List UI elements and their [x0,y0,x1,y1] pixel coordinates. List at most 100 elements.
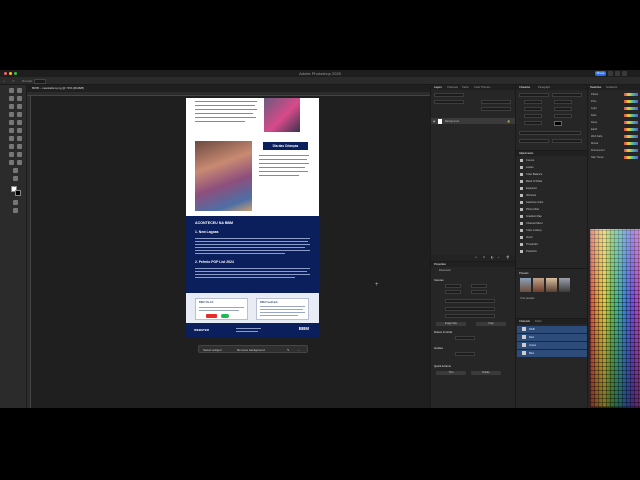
horizontal-scale-field[interactable] [554,114,572,118]
remove-background-button[interactable]: Remove background [237,348,265,352]
canvas-y-field[interactable] [471,290,487,294]
lasso-tool-icon[interactable] [9,96,14,101]
resolution-field[interactable] [445,299,495,303]
tab-channels-2[interactable]: Channels [519,320,530,324]
fill-field[interactable] [481,107,511,111]
adjustment-vibrance[interactable]: Vibrance [520,193,536,198]
adjustment-channel-mixer[interactable]: Channel Mixer [520,221,543,226]
font-size-field[interactable] [524,100,542,104]
swatch-group[interactable]: Pure [591,99,639,104]
history-brush-icon[interactable] [9,128,14,133]
frame-tool-icon[interactable] [17,104,22,109]
pen-tool-icon[interactable] [17,144,22,149]
preset-thumbnail[interactable] [559,278,570,292]
swatch-group[interactable]: Web Safe [591,134,639,139]
marquee-tool-icon[interactable] [17,88,22,93]
presets-title[interactable]: Presets [519,271,528,275]
tab-paths-2[interactable]: Paths [535,320,542,324]
brush-icon[interactable]: ✎ [287,348,290,352]
crop-tool-icon[interactable] [9,104,14,109]
adjustment-photo-filter[interactable]: Photo Filter [520,207,539,212]
font-family-dropdown[interactable] [519,93,549,97]
document-tab[interactable]: BWB – newsletter.png @ 73% (RGB/8) [27,85,430,92]
baseline-shift-field[interactable] [524,121,542,125]
gradient-tool-icon[interactable] [9,136,14,141]
dodge-tool-icon[interactable] [9,144,14,149]
adjustment-selective-color[interactable]: Selective Color [520,200,543,205]
healing-brush-icon[interactable] [17,112,22,117]
layer-filter-dropdown[interactable] [434,93,464,97]
learn-icon[interactable] [622,71,627,76]
preset-thumbnail[interactable] [533,278,544,292]
tab-character[interactable]: Character [519,86,530,90]
image-size-button[interactable]: Image Size [436,322,466,326]
newsletter-document[interactable]: Dia das Crianças ACONTECEU NA BBM 1. New… [186,98,319,338]
canvas-section-title[interactable]: Canvas [434,278,443,282]
move-tool-icon[interactable] [9,88,14,93]
tab-layers[interactable]: Layers [434,86,442,90]
tab-adjustments[interactable]: Adjustments [519,152,533,156]
blur-tool-icon[interactable] [17,136,22,141]
select-subject-button[interactable]: Select subject [203,348,222,352]
mode-field[interactable] [445,307,495,311]
swatch-group[interactable]: Muted [591,141,639,146]
swatch-group[interactable]: Pastel [591,92,639,97]
path-select-icon[interactable] [17,152,22,157]
blend-mode-dropdown[interactable] [434,100,464,104]
swatch-group[interactable]: Fluorescent [591,148,639,153]
rulers-grids-section-title[interactable]: Rulers & Grids [434,330,452,334]
quick-mask-icon[interactable] [13,200,18,205]
adjustment-exposure[interactable]: Exposure [520,186,537,191]
canvas-width-field[interactable] [445,284,461,288]
tab-color-themes[interactable]: Color Themes [474,86,490,90]
quick-select-tool-icon[interactable] [17,96,22,101]
more-tools-icon[interactable] [13,176,18,181]
swatch-group[interactable]: Dark [591,113,639,118]
tab-channels[interactable]: Channels [447,86,458,90]
adjustment-color-balance[interactable]: Color Balance [520,172,542,177]
anti-alias-dropdown[interactable] [552,139,582,143]
language-dropdown[interactable] [519,139,549,143]
opacity-field[interactable] [481,100,511,104]
shape-tool-icon[interactable] [9,160,14,165]
visibility-eye-icon[interactable]: ◉ [433,120,435,123]
guides-section-title[interactable]: Guides [434,346,443,350]
quick-actions-section-title[interactable]: Quick Actions [434,364,451,368]
channel-row-green[interactable]: Green [517,342,587,349]
crop-button[interactable]: Crop [476,322,506,326]
vertical-scale-field[interactable] [524,114,542,118]
swatch-group[interactable]: Deep [591,120,639,125]
workspace-icon[interactable] [615,71,620,76]
preset-thumbnail[interactable] [546,278,557,292]
adjustment-posterize[interactable]: Posterize [520,249,537,254]
channel-row-blue[interactable]: Blue [517,350,587,357]
tab-paragraph[interactable]: Paragraph [538,86,550,90]
text-color-swatch[interactable] [554,121,562,126]
type-tool-icon[interactable] [9,152,14,157]
trash-icon[interactable]: 🗑 [506,256,509,259]
tracking-field[interactable] [554,107,572,111]
link-layers-icon[interactable]: ∞ [475,256,477,259]
lock-icon[interactable]: 🔒 [507,120,510,123]
zoom-tool-icon[interactable] [13,168,18,173]
background-color-swatch[interactable] [15,190,21,196]
fx-icon[interactable]: fx [483,256,485,259]
add-mask-icon[interactable]: ◧ [491,256,493,259]
share-button[interactable]: Share [595,71,606,76]
adjustment-black-white[interactable]: Black & White [520,179,542,184]
swatch-group[interactable]: Light [591,106,639,111]
ruler-units-dropdown[interactable] [455,336,475,340]
adjustment-gradient-map[interactable]: Gradient Map [520,214,542,219]
channel-row-red[interactable]: Red [517,334,587,341]
adjustment-curves[interactable]: Curves [520,158,534,163]
kerning-field[interactable] [524,107,542,111]
swatch-group[interactable]: Skin Tones [591,155,639,160]
search-icon[interactable] [608,71,613,76]
hand-tool-icon[interactable] [17,160,22,165]
mode-dropdown[interactable] [34,78,46,84]
home-icon[interactable]: ⌂ [3,79,5,83]
type-style-buttons[interactable] [519,131,581,135]
screen-mode-icon[interactable] [13,208,18,213]
leading-field[interactable] [554,100,572,104]
tab-swatches[interactable]: Swatches [590,86,601,90]
